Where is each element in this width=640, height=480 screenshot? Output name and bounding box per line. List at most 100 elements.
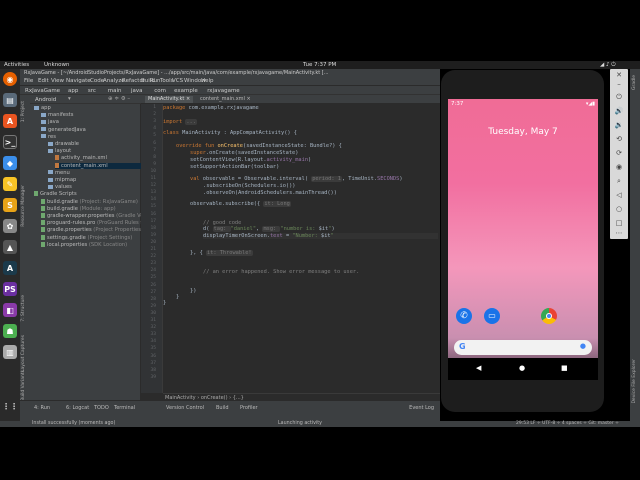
nav-crumb[interactable]: src: [88, 88, 96, 94]
chevron-down-icon[interactable]: ▾: [68, 96, 71, 102]
code-editor[interactable]: package com.example.rxjavagame import ..…: [163, 104, 440, 393]
volume-up-icon[interactable]: 🔊: [614, 107, 624, 116]
system-tray-icons[interactable]: ◢ ♪ ⏻: [600, 62, 616, 69]
device-file-explorer-tab[interactable]: Device File Explorer: [632, 359, 637, 404]
tool-window-button[interactable]: Version Control: [166, 405, 204, 411]
tool-window-button[interactable]: Terminal: [114, 405, 135, 411]
tree-folder[interactable]: manifests: [41, 112, 73, 118]
tree-file[interactable]: gradle-wrapper.properties (Gradle Versi: [41, 213, 150, 219]
nav-crumb[interactable]: rxjavagame: [207, 88, 240, 94]
activities-button[interactable]: Activities: [4, 62, 29, 68]
clock[interactable]: Tue 7:37 PM: [303, 62, 336, 68]
power-icon[interactable]: ⏻: [614, 93, 624, 102]
app-menu[interactable]: Unknown: [44, 62, 70, 68]
rotate-right-icon[interactable]: ⟳: [614, 149, 624, 158]
nav-crumb[interactable]: app: [68, 88, 78, 94]
tree-folder[interactable]: res: [41, 134, 56, 140]
android-icon[interactable]: ☗: [3, 324, 17, 338]
tree-file[interactable]: activity_main.xml: [55, 155, 107, 161]
menu-code[interactable]: Code: [90, 78, 104, 84]
tree-folder[interactable]: java: [41, 119, 59, 125]
nav-crumb[interactable]: java: [131, 88, 143, 94]
tree-file[interactable]: proguard-rules.pro (ProGuard Rules for: [41, 220, 148, 226]
overview-icon[interactable]: □: [614, 219, 624, 228]
assistant-dots-icon[interactable]: ●: [580, 342, 586, 350]
tool-window-button[interactable]: Build: [216, 405, 229, 411]
terminal-icon[interactable]: >_: [3, 135, 17, 149]
more-icon[interactable]: ⋯: [614, 229, 624, 238]
phpstorm-icon[interactable]: PS: [3, 282, 17, 296]
menu-navigate[interactable]: Navigate: [66, 78, 91, 84]
tree-file[interactable]: build.gradle (Module: app): [41, 205, 116, 212]
event-log-button[interactable]: Event Log: [409, 405, 434, 411]
tree-folder[interactable]: layout: [48, 148, 71, 154]
tool-window-button[interactable]: TODO: [94, 405, 109, 411]
sublime-icon[interactable]: S: [3, 198, 17, 212]
build-variants-tab[interactable]: Build Variants: [21, 370, 26, 401]
inkscape-icon[interactable]: ▲: [3, 240, 17, 254]
zoom-icon[interactable]: ⌕: [614, 177, 624, 186]
menu-vcs[interactable]: VCS: [172, 78, 183, 84]
editor-tab[interactable]: content_main.xml ×: [197, 96, 254, 103]
back-icon[interactable]: ◀: [476, 364, 481, 372]
project-view-selector[interactable]: Android: [35, 97, 56, 103]
captures-tab[interactable]: Layout Captures: [21, 335, 26, 372]
tool-window-button[interactable]: 4: Run: [34, 405, 50, 411]
tree-folder[interactable]: generatedJava: [41, 127, 86, 133]
menu-file[interactable]: File: [24, 78, 33, 84]
tree-file[interactable]: build.gradle (Project: RxJavaGame): [41, 198, 138, 205]
tree-label: java: [48, 119, 59, 126]
tree-file[interactable]: gradle.properties (Project Properties): [41, 227, 143, 233]
files-icon[interactable]: ▤: [3, 93, 17, 107]
emulator-screen[interactable]: 7:37 ▾◢▮ Tuesday, May 7 ✆ ▭ G ●: [448, 99, 598, 380]
tree-folder[interactable]: menu: [48, 170, 70, 176]
emulator-icon[interactable]: ◧: [3, 303, 17, 317]
editor-tab[interactable]: MainActivity.kt ×: [145, 96, 194, 103]
chrome-app-icon[interactable]: [541, 308, 557, 324]
nav-crumb[interactable]: main: [108, 88, 122, 94]
back-button-icon[interactable]: ◁: [614, 191, 624, 200]
tree-folder[interactable]: app: [34, 105, 51, 111]
gimp-icon[interactable]: ✿: [3, 219, 17, 233]
menu-help[interactable]: Help: [201, 78, 214, 84]
tree-folder[interactable]: drawable: [48, 141, 79, 147]
project-tool-tab[interactable]: 1: Project: [21, 101, 26, 122]
gradle-tool-tab[interactable]: Gradle: [632, 75, 637, 90]
nav-crumb[interactable]: RxJavaGame: [25, 88, 60, 94]
menu-view[interactable]: View: [51, 78, 64, 84]
android-studio-icon[interactable]: A: [3, 261, 17, 275]
panel-actions-icons[interactable]: ⊕ ≑ ⚙ –: [108, 96, 130, 102]
structure-tab[interactable]: 7: Structure: [21, 295, 26, 322]
resource-manager-tab[interactable]: Resource Manager: [21, 185, 26, 227]
recents-icon[interactable]: ■: [561, 364, 568, 372]
minimize-icon[interactable]: –: [614, 80, 624, 89]
nav-crumb[interactable]: com: [154, 88, 166, 94]
text-editor-icon[interactable]: ✎: [3, 177, 17, 191]
home-date-widget[interactable]: Tuesday, May 7: [448, 127, 598, 137]
software-center-icon[interactable]: A: [3, 114, 17, 128]
rotate-left-icon[interactable]: ⟲: [614, 135, 624, 144]
screenshot-icon[interactable]: ◉: [614, 163, 624, 172]
trash-icon[interactable]: ▥: [3, 345, 17, 359]
tree-file[interactable]: Gradle Scripts: [34, 191, 77, 197]
volume-down-icon[interactable]: 🔉: [614, 121, 624, 130]
home-icon[interactable]: ●: [519, 364, 525, 372]
home-button-icon[interactable]: ○: [614, 205, 624, 214]
tree-folder[interactable]: values: [48, 184, 72, 190]
phone-app-icon[interactable]: ✆: [456, 308, 472, 324]
messages-app-icon[interactable]: ▭: [484, 308, 500, 324]
close-icon[interactable]: ✕: [614, 71, 624, 80]
menu-edit[interactable]: Edit: [38, 78, 49, 84]
tool-window-button[interactable]: 6: Logcat: [66, 405, 89, 411]
tree-folder[interactable]: mipmap: [48, 177, 76, 183]
tool-window-button[interactable]: Profiler: [240, 405, 258, 411]
nav-crumb[interactable]: example: [174, 88, 198, 94]
google-search-bar[interactable]: G ●: [454, 340, 592, 355]
vscode-icon[interactable]: ◆: [3, 156, 17, 170]
tree-file[interactable]: content_main.xml: [55, 162, 141, 169]
tree-file[interactable]: settings.gradle (Project Settings): [41, 234, 132, 241]
show-apps-icon[interactable]: ⋮⋮: [2, 399, 18, 413]
tree-file[interactable]: local.properties (SDK Location): [41, 241, 127, 248]
menu-run[interactable]: Run: [150, 78, 161, 84]
firefox-icon[interactable]: ◉: [3, 72, 17, 86]
